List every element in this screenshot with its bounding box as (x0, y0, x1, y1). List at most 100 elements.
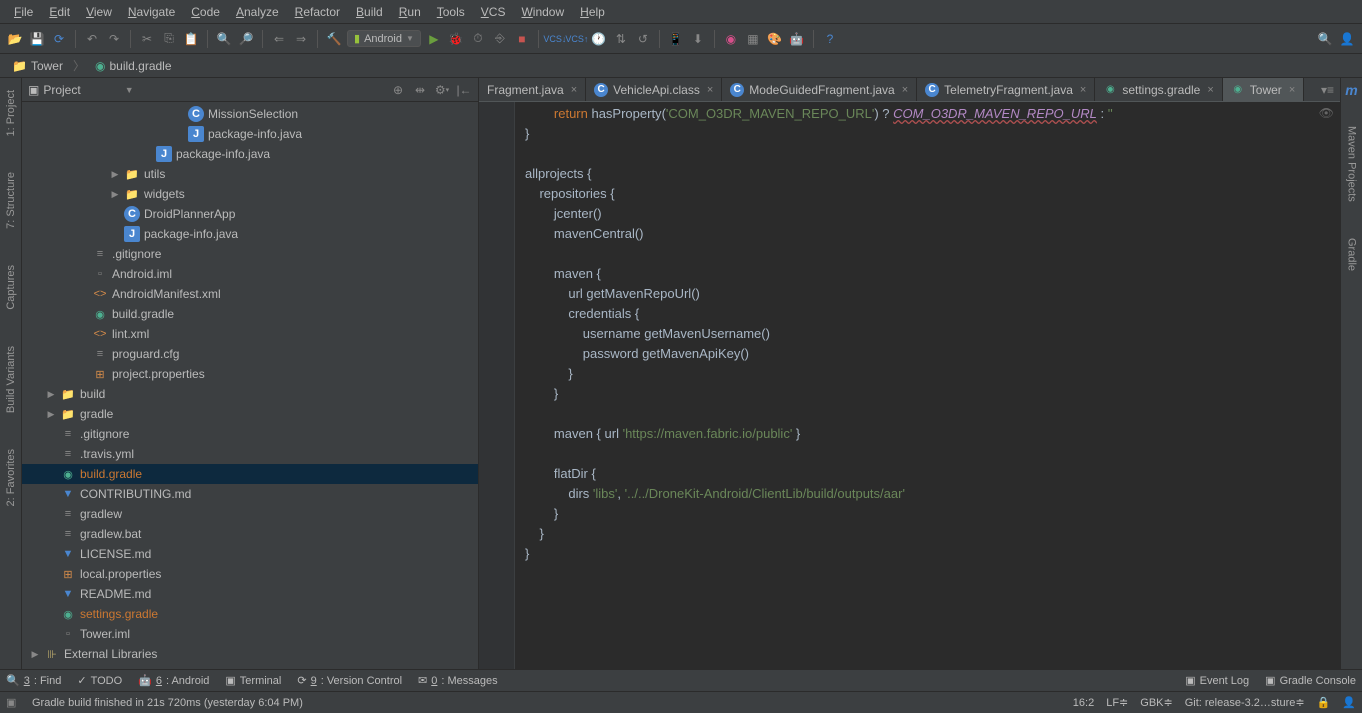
user-icon[interactable]: 👤 (1338, 30, 1356, 48)
tree-item[interactable]: Jpackage-info.java (22, 144, 478, 164)
tree-item[interactable]: ≡gradlew.bat (22, 524, 478, 544)
code-editor[interactable]: return hasProperty('COM_O3DR_MAVEN_REPO_… (515, 102, 1340, 669)
editor-gutter[interactable] (479, 102, 515, 669)
tree-item[interactable]: Jpackage-info.java (22, 224, 478, 244)
tree-item[interactable]: ≡.gitignore (22, 424, 478, 444)
bottom-tab-event-log[interactable]: ▣Event Log (1185, 674, 1249, 687)
expand-icon[interactable]: ▶ (30, 649, 40, 660)
bottom-tab-messages[interactable]: ✉0: Messages (418, 674, 498, 687)
undo-icon[interactable]: ↶ (83, 30, 101, 48)
expand-icon[interactable]: ▶ (110, 189, 120, 200)
tool-tab----project[interactable]: 1: Project (3, 82, 19, 144)
bottom-tab-gradle-console[interactable]: ▣Gradle Console (1265, 674, 1356, 687)
tree-item[interactable]: ▶📁gradle (22, 404, 478, 424)
file-encoding[interactable]: GBK≑ (1140, 696, 1172, 709)
layout-icon[interactable]: ▦ (744, 30, 762, 48)
vcs-update-icon[interactable]: VCS↓ (546, 30, 564, 48)
theme-icon[interactable]: 🎨 (766, 30, 784, 48)
menu-refactor[interactable]: Refactor (287, 5, 348, 19)
menu-analyze[interactable]: Analyze (228, 5, 287, 19)
tree-item[interactable]: ◉build.gradle (22, 304, 478, 324)
tool-tab-build-variants[interactable]: Build Variants (3, 338, 19, 421)
breadcrumb-item[interactable]: 📁Tower (6, 59, 69, 73)
bottom-tab-find[interactable]: 🔍3: Find (6, 674, 61, 687)
paste-icon[interactable]: 📋 (182, 30, 200, 48)
close-tab-icon[interactable]: × (571, 84, 577, 96)
build-icon[interactable]: 🔨 (325, 30, 343, 48)
bottom-tab-versioncontrol[interactable]: ⟳9: Version Control (297, 674, 402, 687)
sync-icon[interactable]: ⟳ (50, 30, 68, 48)
tree-item[interactable]: ▶⊪External Libraries (22, 644, 478, 664)
tree-item[interactable]: ≡.gitignore (22, 244, 478, 264)
menu-code[interactable]: Code (183, 5, 228, 19)
status-tool-windows-icon[interactable]: ▣ (6, 696, 20, 710)
project-scope-dropdown-icon[interactable]: ▼ (125, 85, 134, 95)
tree-item[interactable]: ▶📁utils (22, 164, 478, 184)
tree-item[interactable]: Jpackage-info.java (22, 124, 478, 144)
redo-icon[interactable]: ↷ (105, 30, 123, 48)
editor-tab[interactable]: CTelemetryFragment.java× (917, 78, 1095, 101)
vcs-commit-icon[interactable]: VCS↑ (568, 30, 586, 48)
tree-item[interactable]: <>AndroidManifest.xml (22, 284, 478, 304)
editor-tab[interactable]: Fragment.java× (479, 78, 586, 101)
copy-icon[interactable]: ⎘ (160, 30, 178, 48)
menu-help[interactable]: Help (572, 5, 613, 19)
menu-run[interactable]: Run (391, 5, 429, 19)
tree-item[interactable]: ≡.travis.yml (22, 444, 478, 464)
sdk-icon[interactable]: ⬇ (689, 30, 707, 48)
menu-tools[interactable]: Tools (429, 5, 473, 19)
stop-icon[interactable]: ■ (513, 30, 531, 48)
tree-item[interactable]: ▼README.md (22, 584, 478, 604)
tree-item[interactable]: ⊞project.properties (22, 364, 478, 384)
breadcrumb-item[interactable]: ◉build.gradle (89, 59, 178, 73)
locate-icon[interactable]: ⊕ (390, 82, 406, 98)
tree-item[interactable]: ▼CONTRIBUTING.md (22, 484, 478, 504)
menu-view[interactable]: View (78, 5, 120, 19)
tree-item[interactable]: ▼LICENSE.md (22, 544, 478, 564)
help-icon[interactable]: ? (821, 30, 839, 48)
replace-icon[interactable]: 🔎 (237, 30, 255, 48)
tree-item[interactable]: ▶📁build (22, 384, 478, 404)
tree-item[interactable]: CMissionSelection (22, 104, 478, 124)
editor-tab[interactable]: CVehicleApi.class× (586, 78, 722, 101)
close-tab-icon[interactable]: × (902, 84, 908, 96)
menu-build[interactable]: Build (348, 5, 391, 19)
tree-item[interactable]: ⊞local.properties (22, 564, 478, 584)
project-panel-title[interactable]: Project (43, 83, 80, 97)
run-icon[interactable]: ▶ (425, 30, 443, 48)
tool-tab-captures[interactable]: Captures (3, 257, 19, 318)
vcs-history-icon[interactable]: 🕐 (590, 30, 608, 48)
close-tab-icon[interactable]: × (1080, 84, 1086, 96)
collapse-all-icon[interactable]: ⇹ (412, 82, 428, 98)
tree-item[interactable]: <>lint.xml (22, 324, 478, 344)
tree-item[interactable]: ◉settings.gradle (22, 604, 478, 624)
back-icon[interactable]: ⇐ (270, 30, 288, 48)
caret-position[interactable]: 16:2 (1073, 697, 1094, 709)
bottom-tab-todo[interactable]: ✓TODO (77, 674, 122, 687)
expand-icon[interactable]: ▶ (110, 169, 120, 180)
settings-gear-icon[interactable]: ⚙▾ (434, 82, 450, 98)
expand-icon[interactable]: ▶ (46, 409, 56, 420)
tree-item[interactable]: ◉build.gradle (22, 464, 478, 484)
git-branch[interactable]: Git: release-3.2…sture≑ (1185, 696, 1305, 709)
tree-item[interactable]: ▫Android.iml (22, 264, 478, 284)
editor-tab[interactable]: ◉Tower× (1223, 78, 1304, 101)
hector-icon[interactable]: 👤 (1342, 696, 1356, 709)
project-tree[interactable]: CMissionSelectionJpackage-info.javaJpack… (22, 102, 478, 669)
vcs-push-icon[interactable]: ⇅ (612, 30, 630, 48)
cut-icon[interactable]: ✂ (138, 30, 156, 48)
bottom-tab-android[interactable]: 🤖6: Android (138, 674, 209, 687)
menu-window[interactable]: Window (513, 5, 572, 19)
editor-tab[interactable]: ◉settings.gradle× (1095, 78, 1222, 101)
avd-icon[interactable]: 📱 (667, 30, 685, 48)
tree-item[interactable]: CDroidPlannerApp (22, 204, 478, 224)
tree-item[interactable]: ≡gradlew (22, 504, 478, 524)
inspections-eye-icon[interactable]: 👁 (1319, 106, 1334, 120)
search-everywhere-icon[interactable]: 🔍 (1316, 30, 1334, 48)
tree-item[interactable]: ▶📁widgets (22, 184, 478, 204)
menu-edit[interactable]: Edit (41, 5, 78, 19)
editor-tab[interactable]: CModeGuidedFragment.java× (722, 78, 917, 101)
run-configuration-dropdown[interactable]: ▮ Android ▼ (347, 30, 421, 47)
hide-panel-icon[interactable]: |← (456, 82, 472, 98)
genymotion-icon[interactable]: ◉ (722, 30, 740, 48)
